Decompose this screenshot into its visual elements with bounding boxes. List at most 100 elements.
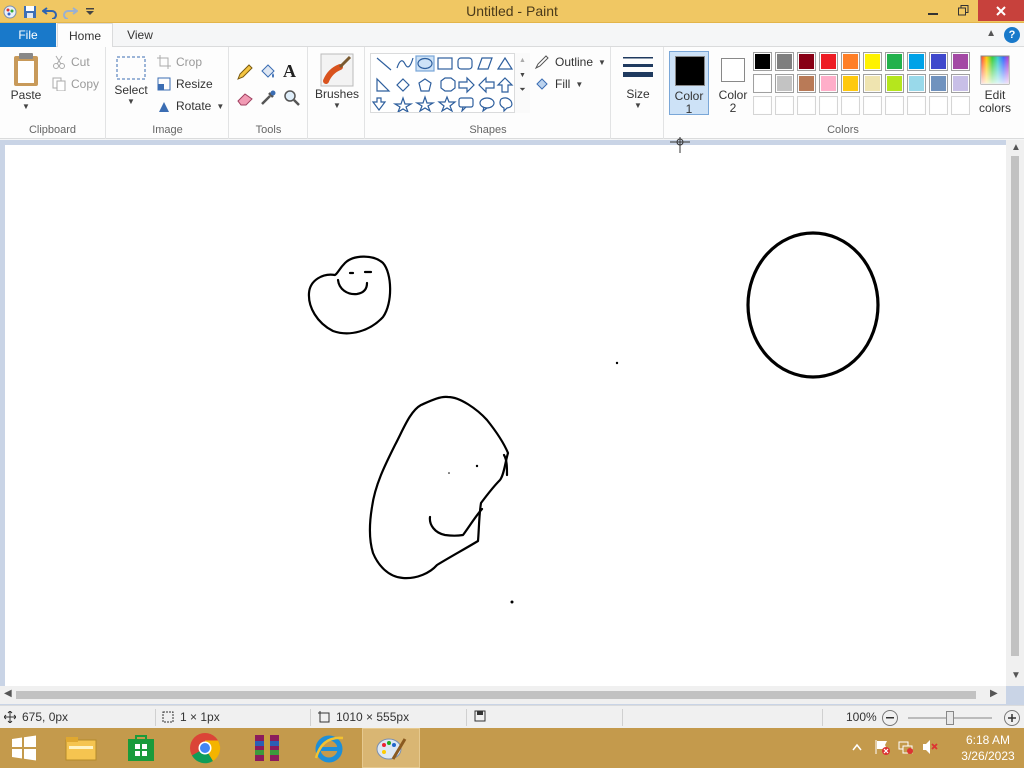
color-swatch[interactable]	[797, 96, 816, 115]
crop-label: Crop	[176, 55, 203, 69]
color-swatch[interactable]	[863, 74, 882, 93]
chevron-down-icon[interactable]: ▼	[1011, 670, 1021, 681]
color-swatch[interactable]	[775, 52, 794, 71]
magnifier-tool[interactable]	[283, 89, 301, 110]
fill-tool[interactable]	[259, 63, 277, 84]
paste-button[interactable]: Paste ▼	[6, 52, 46, 111]
eraser-tool[interactable]	[236, 89, 254, 110]
color-swatch[interactable]	[929, 74, 948, 93]
color1-button[interactable]: Color 1	[669, 51, 709, 116]
color-swatch[interactable]	[841, 52, 860, 71]
crop-button[interactable]: Crop	[157, 53, 202, 71]
shapes-gallery-scroll[interactable]: ▲ ▼ ⏷	[514, 53, 530, 113]
gallery-more-icon[interactable]: ⏷	[515, 85, 530, 95]
start-button[interactable]	[0, 728, 48, 768]
brushes-button[interactable]: Brushes ▼	[314, 53, 360, 110]
drawing-canvas[interactable]	[5, 145, 1006, 686]
chrome-icon	[190, 733, 221, 764]
color-swatch[interactable]	[907, 74, 926, 93]
color-swatch[interactable]	[819, 74, 838, 93]
color-swatch[interactable]	[841, 74, 860, 93]
action-center-icon[interactable]	[874, 739, 890, 758]
minimize-button[interactable]	[918, 0, 948, 21]
select-button[interactable]: Select ▼	[113, 55, 149, 106]
color-swatch[interactable]	[753, 74, 772, 93]
color-swatch[interactable]	[951, 96, 970, 115]
color-swatch-fill	[931, 98, 946, 113]
color-swatch[interactable]	[819, 52, 838, 71]
color-swatch[interactable]	[753, 52, 772, 71]
ribbon: Paste ▼ Cut Copy Clipboard Select ▼ Crop…	[0, 47, 1024, 139]
color-swatch[interactable]	[885, 96, 904, 115]
resize-button[interactable]: Resize	[157, 75, 213, 93]
color-swatch[interactable]	[797, 74, 816, 93]
chevron-up-icon[interactable]: ▲	[1011, 142, 1021, 153]
chevron-down-icon[interactable]: ▼	[515, 72, 530, 79]
color-swatch[interactable]	[863, 52, 882, 71]
color-swatch[interactable]	[951, 74, 970, 93]
color1-swatch	[675, 56, 705, 86]
vertical-scrollbar-thumb[interactable]	[1011, 156, 1019, 656]
copy-button[interactable]: Copy	[52, 75, 99, 93]
color-swatch-fill	[755, 54, 770, 69]
image-size: 1010 × 555px	[318, 710, 409, 724]
chevron-up-icon[interactable]: ▲	[986, 28, 996, 39]
edit-colors-button[interactable]: Edit colors	[975, 51, 1015, 117]
text-tool-icon[interactable]: A	[283, 61, 296, 82]
status-divider	[622, 709, 623, 726]
move-cursor-icon	[4, 711, 16, 723]
color-swatch-fill	[887, 76, 902, 91]
network-icon[interactable]	[898, 739, 914, 758]
cut-button[interactable]: Cut	[52, 53, 90, 71]
color-swatch[interactable]	[797, 52, 816, 71]
color-swatch[interactable]	[929, 96, 948, 115]
winrar-taskbar[interactable]	[238, 728, 296, 768]
tab-file[interactable]: File	[0, 23, 56, 47]
horizontal-scrollbar[interactable]: ◀ ▶	[0, 686, 1006, 704]
color-swatch[interactable]	[775, 74, 794, 93]
tab-home[interactable]: Home	[57, 23, 113, 48]
internet-explorer-taskbar[interactable]	[300, 728, 358, 768]
store-taskbar[interactable]	[112, 728, 170, 768]
pencil-tool[interactable]	[236, 63, 254, 84]
color-swatch[interactable]	[863, 96, 882, 115]
color-swatch[interactable]	[775, 96, 794, 115]
taskbar-clock[interactable]: 6:18 AM 3/26/2023	[958, 732, 1018, 764]
chevron-right-icon[interactable]: ▶	[990, 688, 998, 699]
color-swatch[interactable]	[907, 96, 926, 115]
color-swatch[interactable]	[885, 52, 904, 71]
help-icon[interactable]: ?	[1004, 27, 1020, 43]
zoom-in-button[interactable]	[1004, 710, 1020, 726]
pencil-icon	[237, 64, 253, 80]
color-swatch[interactable]	[819, 96, 838, 115]
rotate-button[interactable]: Rotate ▼	[157, 97, 224, 115]
outline-button[interactable]: Outline ▼	[534, 53, 606, 71]
zoom-out-button[interactable]	[882, 710, 898, 726]
chevron-up-icon[interactable]: ▲	[515, 57, 530, 64]
large-face-eye-right	[475, 464, 479, 468]
color-swatch[interactable]	[929, 52, 948, 71]
volume-muted-icon[interactable]	[922, 739, 938, 758]
restore-button[interactable]	[948, 0, 978, 21]
color-swatch[interactable]	[753, 96, 772, 115]
color-swatch[interactable]	[841, 96, 860, 115]
paint-taskbar[interactable]	[362, 728, 420, 768]
vertical-scrollbar[interactable]: ▲ ▼	[1006, 140, 1024, 686]
size-button[interactable]: Size ▼	[618, 53, 658, 110]
fill-bucket-icon	[536, 78, 548, 90]
horizontal-scrollbar-thumb[interactable]	[16, 691, 976, 699]
chrome-taskbar[interactable]	[176, 728, 234, 768]
fill-button[interactable]: Fill ▼	[534, 75, 583, 93]
outline-pen-icon	[534, 55, 549, 70]
close-button[interactable]	[978, 0, 1024, 21]
color-swatch[interactable]	[907, 52, 926, 71]
color-swatch[interactable]	[951, 52, 970, 71]
tab-view[interactable]: View	[117, 23, 163, 47]
color-swatch[interactable]	[885, 74, 904, 93]
color-picker-tool[interactable]	[259, 89, 277, 110]
zoom-slider-thumb[interactable]	[946, 711, 954, 725]
file-explorer-taskbar[interactable]	[52, 728, 110, 768]
color2-button[interactable]: Color 2	[713, 51, 753, 115]
show-hidden-icons[interactable]	[852, 740, 862, 754]
chevron-left-icon[interactable]: ◀	[4, 688, 12, 699]
